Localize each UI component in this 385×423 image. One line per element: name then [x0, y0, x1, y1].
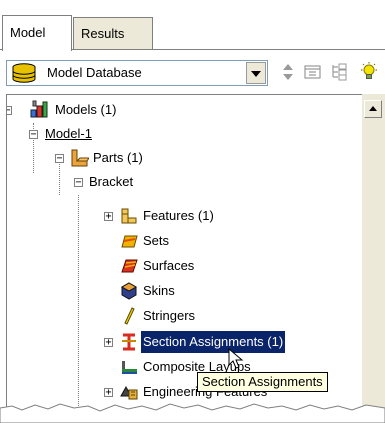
tree-item-label-selected: Section Assignments (1): [139, 330, 287, 354]
skins-icon: [120, 282, 138, 300]
tree-item-label: Sets: [143, 233, 170, 248]
tree-item-label: Parts (1): [93, 150, 143, 165]
tab-bar: Model Results: [0, 0, 385, 52]
tree-item-features[interactable]: + Features (1): [7, 205, 357, 227]
tree-item-label: Models (1): [55, 102, 117, 117]
stringers-icon: [124, 307, 135, 325]
tab-model-label: Model: [10, 25, 46, 40]
surfaces-icon: [121, 259, 138, 273]
tooltip-text: Section Assignments: [202, 374, 323, 389]
section-assignment-icon: [122, 333, 136, 351]
features-icon: [121, 208, 137, 224]
filter-tree-button[interactable]: [329, 61, 351, 83]
tree-item-section-assignments[interactable]: + Section Assignments (1): [7, 330, 357, 354]
tree-expander-minus[interactable]: −: [55, 154, 64, 164]
tree-expander-minus[interactable]: −: [29, 130, 38, 140]
sort-arrows-icon: [283, 64, 293, 80]
tree-item-surfaces[interactable]: Surfaces: [7, 255, 357, 277]
model-database-value: Model Database: [47, 65, 142, 80]
sort-arrows-button[interactable]: [277, 61, 299, 83]
models-container-icon: [30, 100, 48, 118]
tree-filter-icon: [332, 63, 347, 81]
tooltip: Section Assignments: [197, 372, 328, 392]
highlight-button[interactable]: [358, 61, 380, 83]
database-icon: [12, 63, 36, 83]
tree-expander-plus[interactable]: +: [104, 338, 113, 348]
tree-item-models[interactable]: − Models (1): [7, 99, 357, 121]
dropdown-arrow-button[interactable]: [246, 62, 266, 84]
tree-item-label: Surfaces: [143, 258, 195, 273]
sets-icon: [121, 235, 138, 248]
tree-item-model-1[interactable]: − Model-1: [7, 123, 357, 145]
torn-edge-decoration: [0, 403, 385, 423]
tree-item-sets[interactable]: Sets: [7, 230, 357, 252]
tree-scrollbar[interactable]: [362, 94, 385, 423]
tree-expander-plus[interactable]: +: [104, 388, 113, 398]
scroll-up-button[interactable]: [364, 100, 382, 118]
tab-results-label: Results: [81, 26, 125, 41]
tab-results[interactable]: Results: [73, 17, 153, 49]
lightbulb-icon: [361, 62, 377, 79]
model-database-select[interactable]: Model Database: [6, 60, 268, 86]
tree-item-skins[interactable]: Skins: [7, 280, 357, 302]
tab-model[interactable]: Model: [2, 15, 72, 51]
tree-expander-plus[interactable]: +: [104, 212, 113, 222]
model-tree-panel: Model Results Model Database Models (1) …: [0, 0, 385, 423]
tree-expander-minus[interactable]: −: [74, 178, 83, 188]
parts-icon: [71, 149, 89, 167]
tree-item-stringers[interactable]: Stringers: [7, 305, 357, 327]
mouse-cursor-icon: [228, 348, 244, 369]
tree-item-label: Stringers: [143, 308, 196, 323]
engineering-features-icon: [120, 385, 138, 400]
tree-toolbar: Model Database: [0, 52, 385, 94]
collapse-tree-button[interactable]: [302, 61, 324, 83]
tree-item-label: Features (1): [143, 208, 214, 223]
tree-item-label: Skins: [143, 283, 175, 298]
chevron-down-icon: [251, 71, 261, 77]
scroll-up-arrow-icon: [369, 106, 377, 111]
tree-item-bracket[interactable]: − Bracket: [7, 171, 357, 193]
tree-item-label: Bracket: [89, 174, 134, 189]
folder-tree-icon: [304, 65, 321, 79]
composite-layups-icon: [122, 361, 137, 374]
tree-item-label: Model-1: [45, 126, 92, 141]
tree-expander-minus[interactable]: −: [7, 106, 12, 116]
tree-item-parts[interactable]: − Parts (1): [7, 147, 357, 169]
